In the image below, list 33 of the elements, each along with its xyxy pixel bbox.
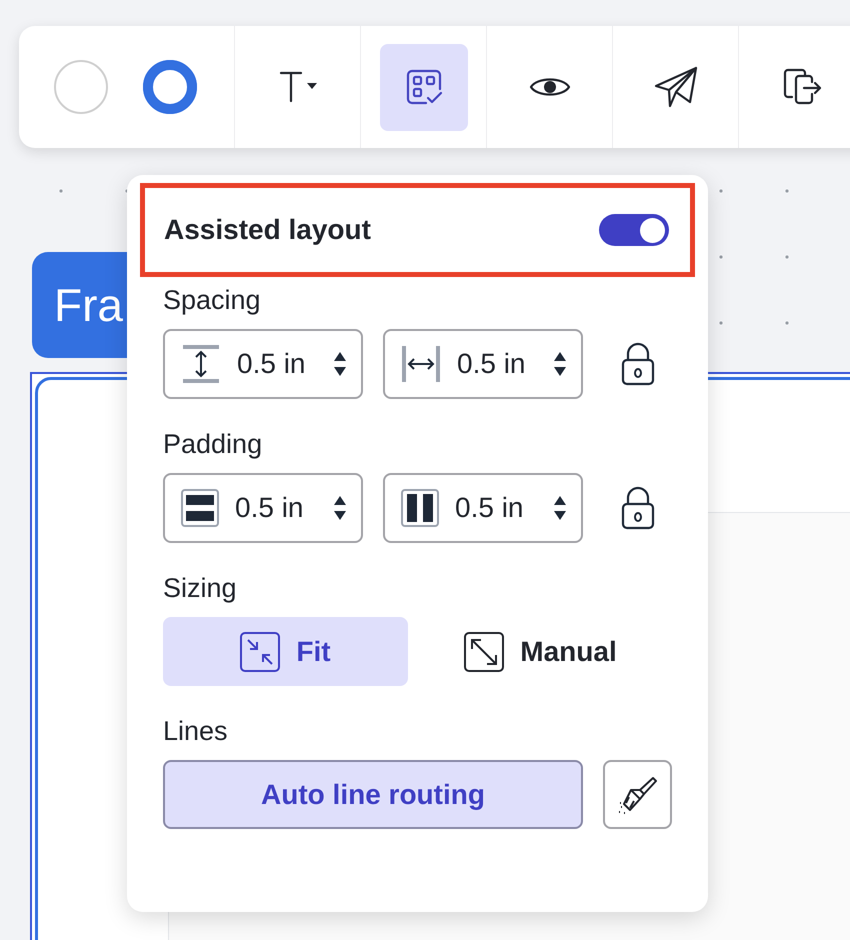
number-field[interactable]: 0.5 in xyxy=(163,473,363,543)
horizontal-spacing-icon xyxy=(401,344,441,384)
field-value: 0.5 in xyxy=(457,347,526,381)
field-value: 0.5 in xyxy=(237,347,306,381)
lock-icon[interactable] xyxy=(620,486,656,530)
vertical-spacing-icon xyxy=(181,344,221,384)
sizing-option[interactable]: Fit xyxy=(163,617,408,686)
horizontal-padding-icon xyxy=(401,489,439,527)
paper-plane-icon xyxy=(654,66,698,108)
number-field[interactable]: 0.5 in xyxy=(383,329,583,399)
shrink-arrows-icon xyxy=(240,632,280,672)
stepper-arrows-icon[interactable] xyxy=(553,350,567,378)
field-value: 0.5 in xyxy=(455,491,524,525)
toggle-switch[interactable] xyxy=(599,214,669,246)
section-label: Sizing xyxy=(163,572,238,605)
stepper-arrows-icon[interactable] xyxy=(333,494,347,522)
number-field[interactable]: 0.5 in xyxy=(163,329,363,399)
expand-arrows-icon xyxy=(464,632,504,672)
stepper-arrows-icon[interactable] xyxy=(553,494,567,522)
sizing-option[interactable]: Manual xyxy=(418,617,663,686)
brush-button[interactable] xyxy=(603,760,672,829)
popover-title: Assisted layout xyxy=(164,213,371,247)
auto-routing-button[interactable]: Auto line routing xyxy=(163,760,583,829)
section-label: Lines xyxy=(163,715,229,748)
number-field[interactable]: 0.5 in xyxy=(383,473,583,543)
section-label: Spacing xyxy=(163,284,262,317)
export-icon xyxy=(782,67,822,107)
field-value: 0.5 in xyxy=(235,491,304,525)
color-swatch[interactable] xyxy=(143,60,197,114)
section-label: Padding xyxy=(163,428,264,461)
lock-icon[interactable] xyxy=(620,342,656,386)
vertical-padding-icon xyxy=(181,489,219,527)
stepper-arrows-icon[interactable] xyxy=(333,350,347,378)
